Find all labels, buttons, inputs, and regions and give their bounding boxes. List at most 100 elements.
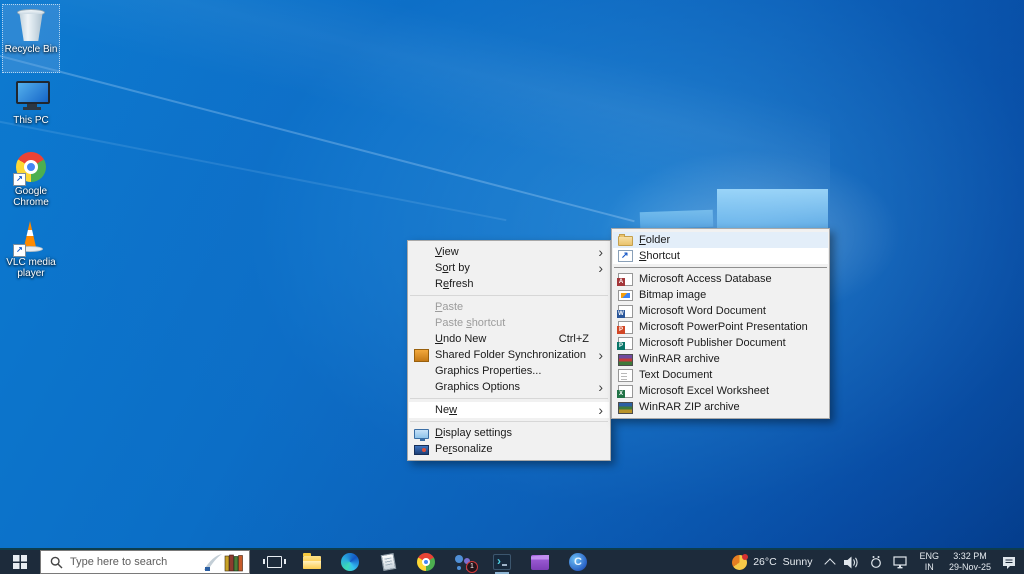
- taskbar-file-explorer-button[interactable]: [300, 550, 324, 574]
- taskbar-app-list: 1: [250, 550, 590, 574]
- desktop-icon-label: VLC media player: [6, 257, 56, 279]
- search-placeholder: Type here to search: [70, 556, 168, 568]
- menu-item-gutter: [414, 246, 429, 259]
- start-button[interactable]: [0, 550, 40, 574]
- menu-item-label: Graphics Options: [435, 381, 520, 393]
- menu-item-shared-folder-synchronization[interactable]: Shared Folder Synchronization: [409, 347, 609, 363]
- notepad-icon: [380, 552, 396, 572]
- taskbar-notepad-button[interactable]: [376, 550, 400, 574]
- clock[interactable]: 3:32 PM 29-Nov-25: [949, 551, 991, 573]
- taskbar-people-button[interactable]: 1: [452, 550, 478, 574]
- menu-item-paste-shortcut: Paste shortcut: [409, 315, 609, 331]
- submenu-chevron-icon: [598, 348, 603, 363]
- menu-item-microsoft-access-database[interactable]: Microsoft Access Database: [613, 271, 828, 287]
- : [15, 8, 47, 42]
- taskbar-c-app-button[interactable]: [566, 550, 590, 574]
- menu-item-label: New: [435, 404, 458, 416]
- desktop-icon-recycle-bin[interactable]: Recycle Bin: [2, 4, 60, 73]
- desktop-icon-vlc-media-player[interactable]: ↗ VLC media player: [2, 217, 60, 286]
- : [15, 79, 50, 113]
- taskbar-chrome-button[interactable]: [414, 550, 438, 574]
- menu-item-display-settings[interactable]: Display settings: [409, 425, 609, 441]
- menu-item-label: WinRAR archive: [639, 353, 720, 365]
- menu-item-label: Microsoft Word Document: [639, 305, 766, 317]
- menu-item-shortcut[interactable]: Shortcut: [613, 248, 828, 264]
- menu-item-label: Personalize: [435, 443, 493, 455]
- menu-item-winrar-zip-archive[interactable]: WinRAR ZIP archive: [613, 399, 828, 415]
- menu-item-graphics-options[interactable]: Graphics Options: [409, 379, 609, 395]
- window-logo-pane: [717, 189, 828, 228]
- submenu-chevron-icon: [598, 245, 603, 260]
- menu-item-label: Graphics Properties...: [435, 365, 542, 377]
- menu-item-personalize[interactable]: Personalize: [409, 441, 609, 457]
- shortcut-arrow-icon: ↗: [13, 244, 26, 257]
- menu-item-undo-new[interactable]: Undo New Ctrl+Z: [409, 331, 609, 347]
- desktop-icon-google-chrome[interactable]: ↗ Google Chrome: [2, 146, 60, 215]
- desktop-icon-label: Google Chrome: [13, 186, 49, 208]
- desktop-icon-list: Recycle Bin This PC ↗ Google Chrome ↗ VLC med…: [2, 4, 60, 286]
- menu-separator: [410, 398, 608, 399]
- winrar-icon: [618, 353, 633, 366]
- new-submenu: Folder Shortcut Microsoft Access Database B…: [611, 228, 830, 419]
- menu-item-label: Microsoft Access Database: [639, 273, 772, 285]
- menu-item-microsoft-publisher-document[interactable]: Microsoft Publisher Document: [613, 335, 828, 351]
- menu-item-view[interactable]: View: [409, 244, 609, 260]
- menu-item-label: Paste: [435, 301, 464, 313]
- menu-item-microsoft-powerpoint-presentation[interactable]: Microsoft PowerPoint Presentation: [613, 319, 828, 335]
- task-view-icon: [262, 556, 286, 568]
- menu-item-refresh[interactable]: Refresh: [409, 276, 609, 292]
- menu-item-text-document[interactable]: Text Document: [613, 367, 828, 383]
- menu-item-winrar-archive[interactable]: WinRAR archive: [613, 351, 828, 367]
- menu-item-sort-by[interactable]: Sort by: [409, 260, 609, 276]
- search-icon: [50, 556, 63, 568]
- text-doc-icon: [618, 368, 633, 382]
- volume-icon[interactable]: [844, 556, 859, 569]
- taskbar-terminal-button[interactable]: [490, 550, 514, 574]
- menu-item-label: Microsoft PowerPoint Presentation: [639, 321, 808, 333]
- shared-folder-sync-icon: [414, 348, 429, 362]
- menu-item-microsoft-word-document[interactable]: Microsoft Word Document: [613, 303, 828, 319]
- menu-item-new[interactable]: New: [409, 402, 609, 418]
- taskbar-video-editor-button[interactable]: [528, 550, 552, 574]
- language-code: ENG: [919, 551, 939, 562]
- menu-item-gutter: [414, 381, 429, 394]
- action-center-icon[interactable]: [1001, 555, 1018, 570]
- menu-item-label: Microsoft Publisher Document: [639, 337, 786, 349]
- weather-condition: Sunny: [782, 556, 813, 568]
- menu-shortcut-key: Ctrl+Z: [558, 333, 589, 345]
- menu-item-gutter: [414, 262, 429, 275]
- taskbar-edge-button[interactable]: [338, 550, 362, 574]
- network-icon[interactable]: [893, 555, 909, 569]
- edge-icon: [341, 553, 359, 571]
- taskbar-task-view-button[interactable]: [262, 550, 286, 574]
- weather-widget[interactable]: 26°C Sunny: [728, 553, 816, 570]
- menu-item-label: Text Document: [639, 369, 713, 381]
- menu-item-gutter: [414, 404, 429, 417]
- system-tray: 26°C Sunny ENG IN 3:32 PM 29-Nov-25: [728, 550, 1024, 574]
- tray-utility-icon[interactable]: [869, 555, 883, 569]
- menu-item-gutter: [414, 278, 429, 291]
- window-logo-pane: [639, 209, 714, 230]
- c-app-icon: [569, 553, 587, 571]
- menu-item-label: Shared Folder Synchronization: [435, 349, 587, 361]
- menu-item-label: Sort by: [435, 262, 470, 274]
- menu-item-label: Paste shortcut: [435, 317, 506, 329]
- notification-badge: 1: [466, 561, 478, 573]
- recycle-bin-icon: [16, 8, 46, 42]
- submenu-chevron-icon: [598, 380, 603, 395]
- submenu-chevron-icon: [598, 403, 603, 418]
- menu-item-label: WinRAR ZIP archive: [639, 401, 740, 413]
- language-indicator[interactable]: ENG IN: [919, 551, 939, 573]
- menu-separator: [614, 267, 827, 268]
- menu-item-graphics-properties[interactable]: Graphics Properties...: [409, 363, 609, 379]
- menu-item-folder[interactable]: Folder: [613, 232, 828, 248]
- menu-separator: [410, 421, 608, 422]
- desktop-icon-this-pc[interactable]: This PC: [2, 75, 60, 144]
- menu-item-bitmap-image[interactable]: Bitmap image: [613, 287, 828, 303]
- menu-item-paste: Paste: [409, 299, 609, 315]
- menu-item-microsoft-excel-worksheet[interactable]: Microsoft Excel Worksheet: [613, 383, 828, 399]
- menu-item-label: Folder: [639, 234, 671, 246]
- taskbar-search[interactable]: Type here to search: [40, 550, 250, 574]
- show-hidden-icons-button[interactable]: [824, 557, 837, 570]
- menu-item-gutter: [414, 365, 429, 378]
